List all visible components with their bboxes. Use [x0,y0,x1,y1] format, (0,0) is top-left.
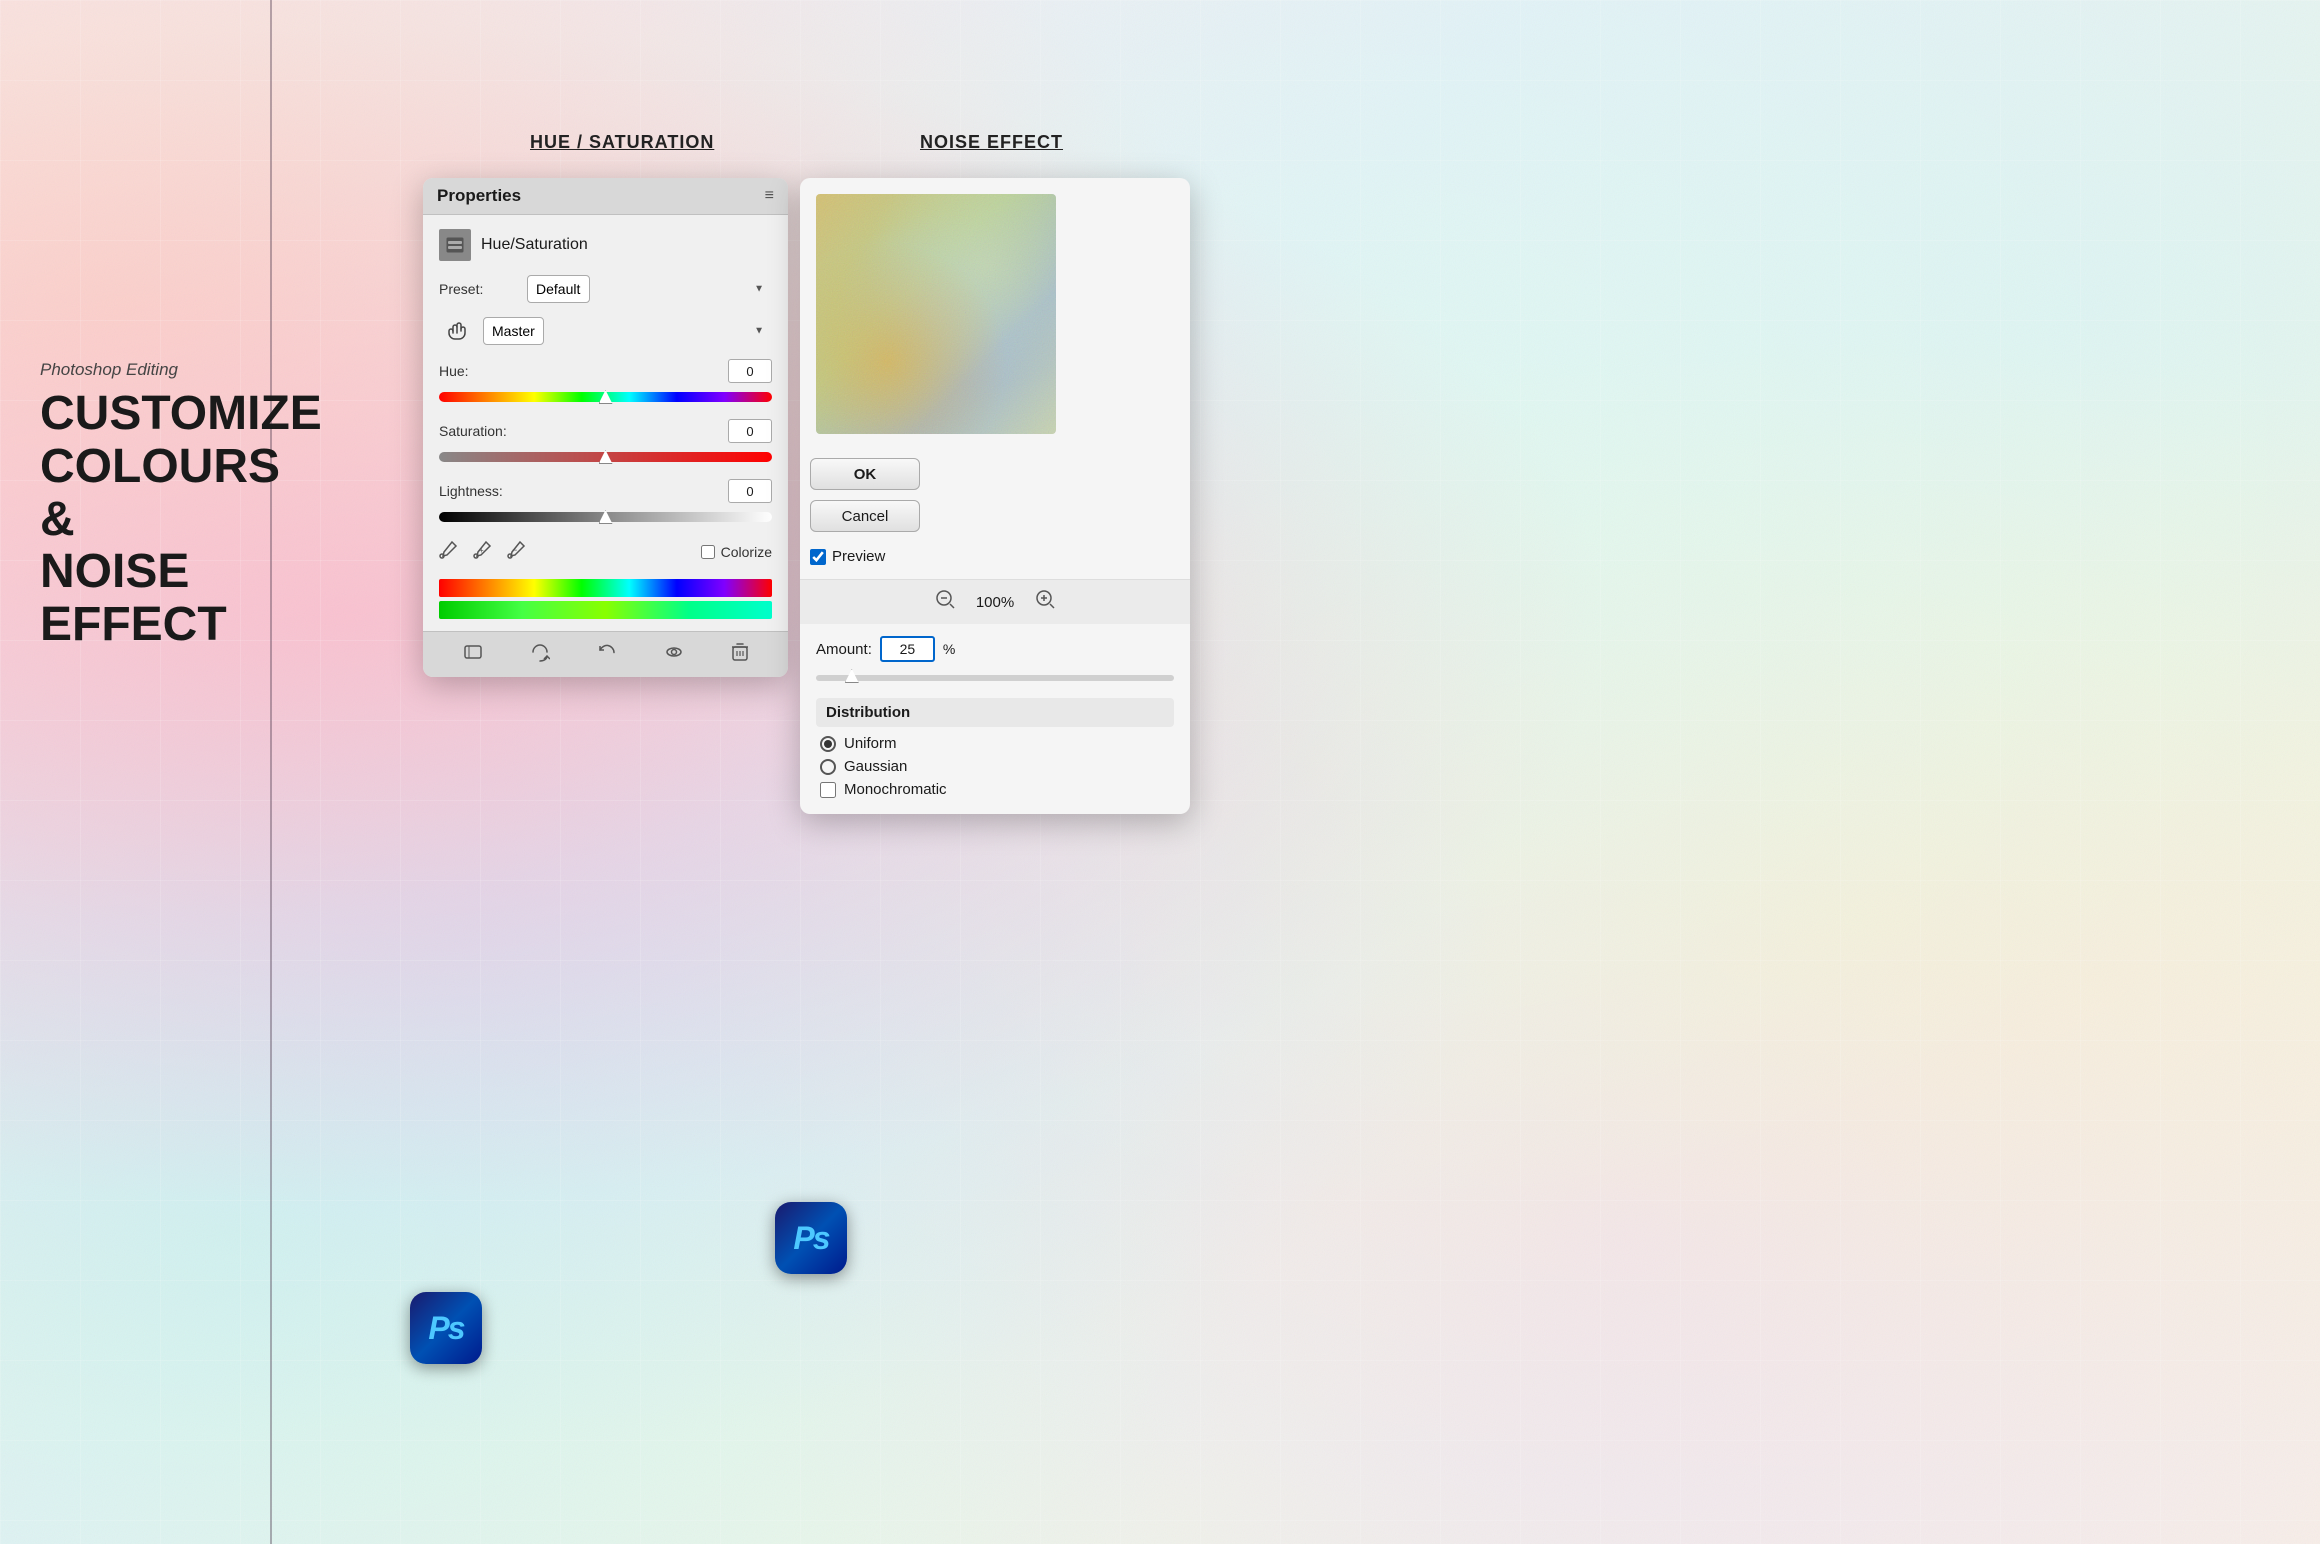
panel-footer [423,631,788,677]
eyedropper-btn-1[interactable] [439,539,459,565]
zoom-in-button[interactable] [1034,588,1056,616]
sat-thumb[interactable] [599,450,613,464]
clip-icon[interactable] [463,642,483,667]
hand-icon[interactable] [439,313,475,349]
preset-label: Preset: [439,281,519,297]
monochromatic-checkbox[interactable] [820,782,836,798]
amount-slider-track [816,675,1174,681]
cancel-button[interactable]: Cancel [810,500,920,532]
amount-label: Amount: [816,641,872,658]
preview-checkbox[interactable] [810,549,826,565]
color-strip-container [439,579,772,619]
channel-select[interactable]: Master [483,317,544,345]
light-label-row: Lightness: 0 [439,479,772,503]
hue-label-row: Hue: 0 [439,359,772,383]
title-line3: NOISE EFFECT [40,545,227,651]
eye-refresh-icon[interactable] [530,642,550,667]
noise-preview-image [816,194,1056,434]
ok-button[interactable]: OK [810,458,920,490]
preset-row: Preset: Default ▼ [439,275,772,303]
gaussian-radio-row[interactable]: Gaussian [816,758,1174,775]
hue-sat-label: Hue/Saturation [481,236,588,254]
left-panel: Photoshop Editing CUSTOMIZE COLOURS & NO… [40,360,240,652]
title-line1: CUSTOMIZE [40,387,322,440]
uniform-label: Uniform [844,735,897,752]
panel-header: Properties ≡ [423,178,788,215]
light-value[interactable]: 0 [728,479,772,503]
percent-sign: % [943,641,955,657]
sat-track-container[interactable] [439,447,772,467]
subtitle: Photoshop Editing [40,360,240,380]
hue-sat-header: Hue/Saturation [439,229,772,261]
sat-value[interactable]: 0 [728,419,772,443]
preset-select-wrapper: Default ▼ [527,275,772,303]
zoom-out-button[interactable] [934,588,956,616]
amount-section: Amount: % [800,624,1190,686]
panel-body: Hue/Saturation Preset: Default ▼ [423,215,788,619]
eyedropper-group: + − [439,539,527,565]
distribution-title: Distribution [816,698,1174,727]
preview-label: Preview [832,548,885,565]
gaussian-radio[interactable] [820,759,836,775]
svg-text:+: + [479,546,484,555]
hue-label: Hue: [439,363,469,379]
amount-slider[interactable] [816,670,1174,686]
uniform-radio[interactable] [820,736,836,752]
light-track-container[interactable] [439,507,772,527]
light-track [439,512,772,522]
sat-label-row: Saturation: 0 [439,419,772,443]
noise-panel: OK Cancel Preview 100% [800,178,1190,814]
light-label: Lightness: [439,483,503,499]
colorize-label: Colorize [721,544,772,560]
hue-slider-row: Hue: 0 [439,359,772,407]
preview-checkbox-row: Preview [810,548,920,565]
channel-select-wrapper: Master ▼ [483,317,772,345]
sat-slider-row: Saturation: 0 [439,419,772,467]
monochromatic-label: Monochromatic [844,781,947,798]
zoom-row: 100% [800,579,1190,624]
amount-row: Amount: % [816,636,1174,662]
hue-thumb[interactable] [599,390,613,404]
rainbow-strip-1 [439,579,772,597]
distribution-section: Distribution Uniform Gaussian Monochroma… [800,698,1190,814]
channel-row: Master ▼ [439,313,772,349]
ps-badge-right: Ps [775,1202,847,1274]
colorize-checkbox[interactable] [701,545,715,559]
delete-icon[interactable] [731,642,749,667]
zoom-value: 100% [976,594,1014,611]
hue-track-container[interactable] [439,387,772,407]
eyedropper-btn-3[interactable]: − [507,539,527,565]
main-title: CUSTOMIZE COLOURS & NOISE EFFECT [40,388,240,652]
reset-icon[interactable] [597,642,617,667]
layer-icon [439,229,471,261]
panel-title: Properties [437,186,521,206]
gaussian-label: Gaussian [844,758,907,775]
sat-label: Saturation: [439,423,507,439]
rainbow-strip-2 [439,601,772,619]
eyedropper-section: + − Colorize [439,539,772,565]
preset-select-arrow: ▼ [754,284,764,295]
svg-text:−: − [512,545,517,555]
amount-input[interactable] [880,636,935,662]
column-label-noise: NOISE EFFECT [920,132,1063,153]
light-slider-row: Lightness: 0 [439,479,772,527]
noise-panel-content: OK Cancel Preview [800,178,1190,579]
colorize-row: Colorize [701,544,772,560]
sat-track [439,452,772,462]
column-label-hue: HUE / SATURATION [530,132,714,153]
channel-select-arrow: ▼ [754,326,764,337]
hue-value[interactable]: 0 [728,359,772,383]
properties-panel: Properties ≡ Hue/Saturation Preset: Defa… [423,178,788,677]
panel-menu-icon[interactable]: ≡ [765,187,774,205]
noise-panel-right: OK Cancel Preview [800,444,930,579]
ps-badge-left: Ps [410,1292,482,1364]
hue-track [439,392,772,402]
eyedropper-btn-2[interactable]: + [473,539,493,565]
divider-line [270,0,272,1544]
preset-select[interactable]: Default [527,275,590,303]
uniform-radio-row[interactable]: Uniform [816,735,1174,752]
light-thumb[interactable] [599,510,613,524]
visibility-icon[interactable] [664,642,684,667]
monochromatic-row: Monochromatic [816,781,1174,798]
